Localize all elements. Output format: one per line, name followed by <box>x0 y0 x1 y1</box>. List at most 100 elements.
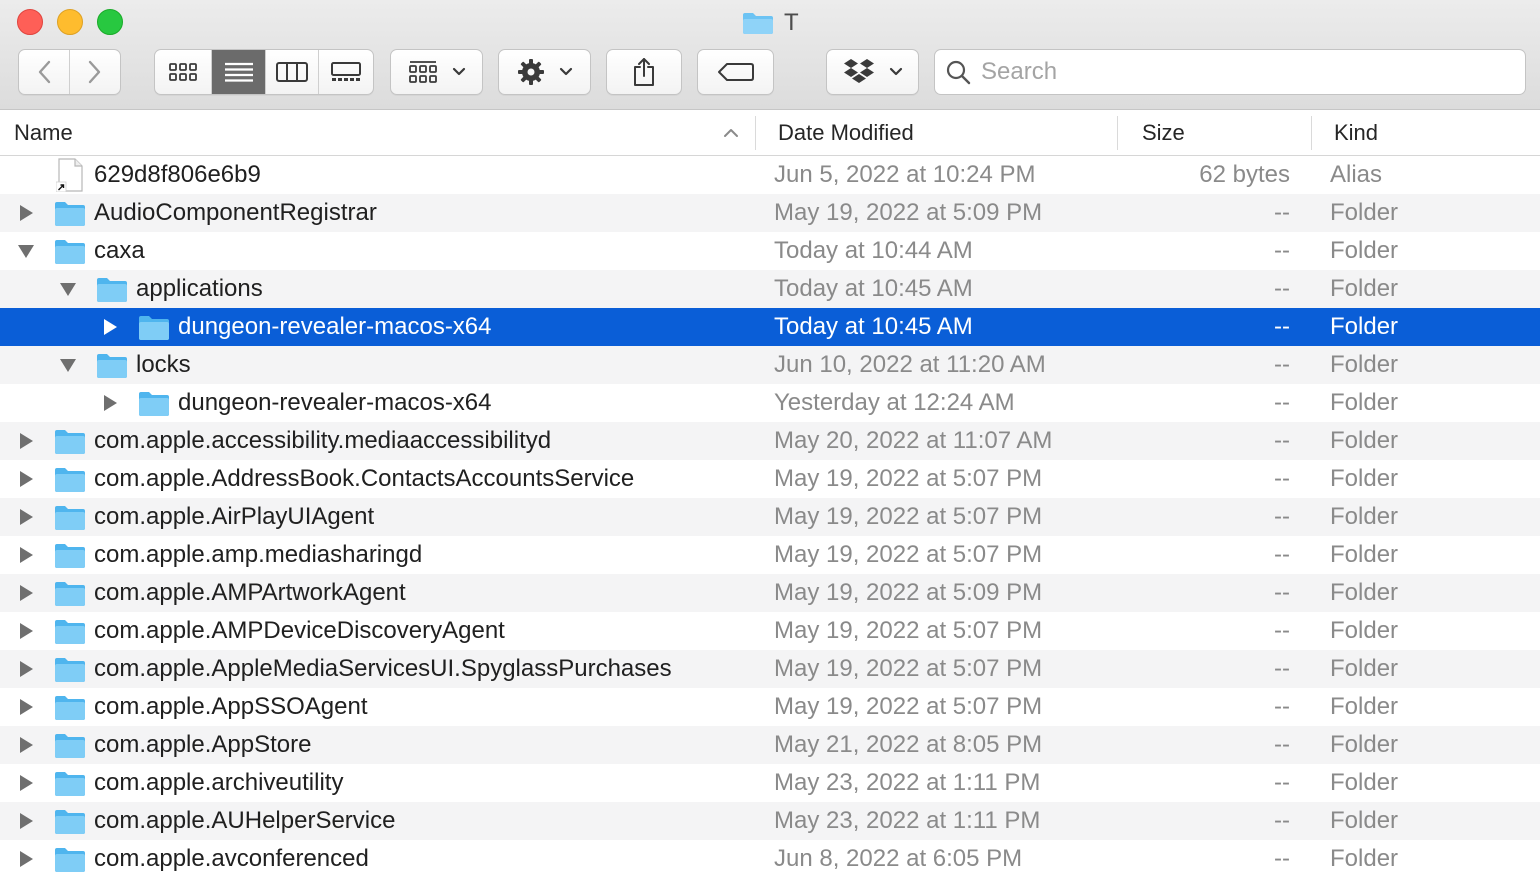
dropbox-icon <box>843 59 874 83</box>
list-row[interactable]: com.apple.AppleMediaServicesUI.SpyglassP… <box>0 650 1540 688</box>
row-date-modified: Jun 8, 2022 at 6:05 PM <box>774 845 1023 872</box>
disclosure-collapsed-icon[interactable] <box>17 774 35 792</box>
row-date-modified: Jun 10, 2022 at 11:20 AM <box>774 351 1046 378</box>
disclosure-collapsed-icon[interactable] <box>17 546 35 564</box>
column-header-kind[interactable]: Kind <box>1334 110 1534 156</box>
row-date-modified: May 19, 2022 at 5:07 PM <box>774 693 1043 720</box>
row-date-modified: May 20, 2022 at 11:07 AM <box>774 427 1053 454</box>
icon-view-button[interactable] <box>155 50 213 94</box>
group-button[interactable] <box>390 49 483 95</box>
share-button[interactable] <box>606 49 682 95</box>
disclosure-collapsed-icon[interactable] <box>17 470 35 488</box>
row-size: -- <box>1274 237 1290 264</box>
minimize-window-button[interactable] <box>57 9 83 35</box>
row-size: -- <box>1274 427 1290 454</box>
back-button[interactable] <box>19 50 70 94</box>
toolbar: T <box>0 0 1540 110</box>
list-row[interactable]: com.apple.AMPArtworkAgent May 19, 2022 a… <box>0 574 1540 612</box>
list-row[interactable]: com.apple.AMPDeviceDiscoveryAgent May 19… <box>0 612 1540 650</box>
disclosure-collapsed-icon[interactable] <box>17 508 35 526</box>
disclosure-collapsed-icon[interactable] <box>17 660 35 678</box>
row-name: com.apple.AppStore <box>94 731 312 758</box>
row-size: -- <box>1274 579 1290 606</box>
column-header-date[interactable]: Date Modified <box>778 110 1108 156</box>
folder-icon <box>55 734 85 758</box>
alias-file-icon <box>56 158 83 192</box>
zoom-window-button[interactable] <box>97 9 123 35</box>
chevron-right-icon <box>88 60 100 84</box>
list-view-button[interactable] <box>212 50 266 94</box>
disclosure-collapsed-icon[interactable] <box>17 698 35 716</box>
row-date-modified: May 19, 2022 at 5:07 PM <box>774 465 1043 492</box>
list-row[interactable]: dungeon-revealer-macos-x64 Today at 10:4… <box>0 308 1540 346</box>
column-separator[interactable] <box>1311 116 1312 150</box>
disclosure-collapsed-icon[interactable] <box>17 204 35 222</box>
dropbox-button[interactable] <box>826 49 919 95</box>
row-date-modified: May 19, 2022 at 5:07 PM <box>774 541 1043 568</box>
list-row[interactable]: com.apple.avconferenced Jun 8, 2022 at 6… <box>0 840 1540 872</box>
folder-icon <box>55 202 85 226</box>
column-header-name[interactable]: Name <box>14 110 734 156</box>
row-name: dungeon-revealer-macos-x64 <box>178 313 492 340</box>
disclosure-collapsed-icon[interactable] <box>17 432 35 450</box>
disclosure-expanded-icon[interactable] <box>59 356 77 374</box>
row-date-modified: May 19, 2022 at 5:07 PM <box>774 503 1043 530</box>
chevron-left-icon <box>38 60 50 84</box>
list-row[interactable]: caxa Today at 10:44 AM -- Folder <box>0 232 1540 270</box>
list-row[interactable]: com.apple.AppStore May 21, 2022 at 8:05 … <box>0 726 1540 764</box>
icon-view-icon <box>169 63 198 81</box>
row-date-modified: May 19, 2022 at 5:07 PM <box>774 617 1043 644</box>
row-name: com.apple.AirPlayUIAgent <box>94 503 375 530</box>
disclosure-collapsed-icon[interactable] <box>101 394 119 412</box>
disclosure-collapsed-icon[interactable] <box>101 318 119 336</box>
back-forward-control <box>18 49 121 95</box>
list-row[interactable]: applications Today at 10:45 AM -- Folder <box>0 270 1540 308</box>
search-input[interactable] <box>981 58 1501 86</box>
disclosure-expanded-icon[interactable] <box>59 280 77 298</box>
row-name: com.apple.AMPArtworkAgent <box>94 579 406 606</box>
folder-icon <box>743 13 773 34</box>
close-window-button[interactable] <box>17 9 43 35</box>
list-row[interactable]: AudioComponentRegistrar May 19, 2022 at … <box>0 194 1540 232</box>
tag-button[interactable] <box>697 49 774 95</box>
list-row[interactable]: locks Jun 10, 2022 at 11:20 AM -- Folder <box>0 346 1540 384</box>
column-view-button[interactable] <box>266 50 319 94</box>
folder-icon <box>55 582 85 606</box>
list-row[interactable]: com.apple.AddressBook.ContactsAccountsSe… <box>0 460 1540 498</box>
search-field[interactable] <box>934 49 1526 95</box>
list-row[interactable]: com.apple.accessibility.mediaaccessibili… <box>0 422 1540 460</box>
row-kind: Folder <box>1330 389 1399 416</box>
disclosure-collapsed-icon[interactable] <box>17 622 35 640</box>
list-row[interactable]: dungeon-revealer-macos-x64 Yesterday at … <box>0 384 1540 422</box>
action-button[interactable] <box>498 49 591 95</box>
column-separator[interactable] <box>1117 116 1118 150</box>
forward-button[interactable] <box>70 50 121 94</box>
disclosure-collapsed-icon[interactable] <box>17 584 35 602</box>
row-date-modified: Yesterday at 12:24 AM <box>774 389 1015 416</box>
list-row[interactable]: com.apple.archiveutility May 23, 2022 at… <box>0 764 1540 802</box>
list-row[interactable]: com.apple.amp.mediasharingd May 19, 2022… <box>0 536 1540 574</box>
row-name: com.apple.AMPDeviceDiscoveryAgent <box>94 617 505 644</box>
disclosure-collapsed-icon[interactable] <box>17 736 35 754</box>
gear-icon <box>517 59 544 85</box>
row-date-modified: May 21, 2022 at 8:05 PM <box>774 731 1043 758</box>
list-row[interactable]: com.apple.AppSSOAgent May 19, 2022 at 5:… <box>0 688 1540 726</box>
disclosure-expanded-icon[interactable] <box>17 242 35 260</box>
folder-icon <box>139 392 169 416</box>
row-kind: Folder <box>1330 807 1399 834</box>
row-kind: Folder <box>1330 541 1399 568</box>
list-row[interactable]: com.apple.AUHelperService May 23, 2022 a… <box>0 802 1540 840</box>
gallery-view-button[interactable] <box>319 50 374 94</box>
row-name: caxa <box>94 237 145 264</box>
list-row[interactable]: 629d8f806e6b9 Jun 5, 2022 at 10:24 PM 62… <box>0 156 1540 194</box>
row-name: dungeon-revealer-macos-x64 <box>178 389 492 416</box>
column-header-size[interactable]: Size <box>1142 110 1302 156</box>
row-kind: Folder <box>1330 313 1399 340</box>
row-name: com.apple.amp.mediasharingd <box>94 541 423 568</box>
list-row[interactable]: com.apple.AirPlayUIAgent May 19, 2022 at… <box>0 498 1540 536</box>
disclosure-collapsed-icon[interactable] <box>17 850 35 868</box>
disclosure-collapsed-icon[interactable] <box>17 812 35 830</box>
group-grid-icon <box>408 61 437 83</box>
column-separator[interactable] <box>755 116 756 150</box>
row-kind: Folder <box>1330 427 1399 454</box>
